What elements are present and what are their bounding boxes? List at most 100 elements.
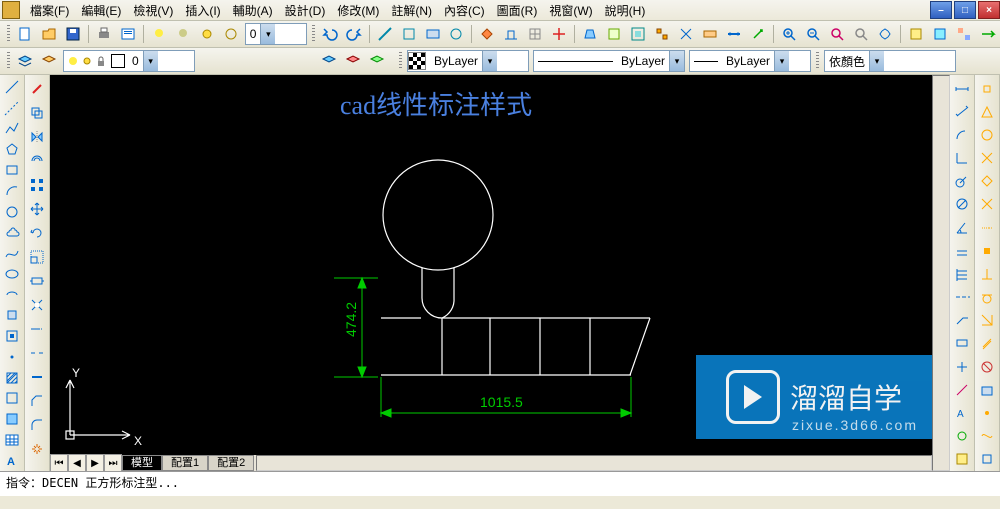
snap-node[interactable]: [976, 148, 998, 169]
snap-midpoint[interactable]: [976, 101, 998, 122]
menu-file[interactable]: 檔案(F): [24, 0, 75, 21]
snap-intersection[interactable]: [976, 194, 998, 215]
polygon-tool[interactable]: [1, 140, 23, 159]
save-button[interactable]: [62, 23, 84, 45]
dim-leader-tool[interactable]: [951, 310, 973, 331]
ellipse-arc-tool[interactable]: [1, 285, 23, 304]
tool-button[interactable]: [953, 23, 975, 45]
menu-annotate[interactable]: 註解(N): [385, 0, 438, 21]
chamfer-tool[interactable]: [26, 390, 48, 412]
toolbar-grip-icon[interactable]: [7, 25, 10, 43]
offset-tool[interactable]: [26, 150, 48, 172]
tool-button[interactable]: [905, 23, 927, 45]
tool-button[interactable]: [929, 23, 951, 45]
pan-button[interactable]: [874, 23, 896, 45]
tab-prev-button[interactable]: ◀: [68, 454, 86, 472]
dim-radius-tool[interactable]: [951, 171, 973, 192]
copy-tool[interactable]: [26, 102, 48, 124]
snap-settings[interactable]: [976, 379, 998, 400]
tool-button[interactable]: [977, 23, 999, 45]
zoom-button[interactable]: [850, 23, 872, 45]
tool-button[interactable]: [651, 23, 673, 45]
plotstyle-dropdown[interactable]: 依顏色 ▾: [824, 50, 956, 72]
minimize-button[interactable]: –: [930, 1, 952, 19]
lineweight-dropdown[interactable]: ByLayer ▾: [689, 50, 811, 72]
preview-button[interactable]: [117, 23, 139, 45]
layer-state-button[interactable]: [38, 50, 60, 72]
zoom-button[interactable]: [826, 23, 848, 45]
tab-next-button[interactable]: ▶: [86, 454, 104, 472]
undo-button[interactable]: [319, 23, 341, 45]
toolbar-grip-icon[interactable]: [7, 52, 10, 70]
menu-drawing[interactable]: 圖面(R): [491, 0, 544, 21]
menu-window[interactable]: 視窗(W): [543, 0, 598, 21]
dim-baseline-tool[interactable]: [951, 263, 973, 284]
layer-bulb-on-icon[interactable]: [148, 23, 170, 45]
erase-tool[interactable]: [26, 78, 48, 100]
command-line[interactable]: 指令：DECEN 正方形标注型...: [0, 471, 1000, 496]
dim-tolerance-tool[interactable]: [951, 333, 973, 354]
insert-block-tool[interactable]: [1, 306, 23, 325]
menu-edit[interactable]: 編輯(E): [75, 0, 127, 21]
dim-ordinate-tool[interactable]: [951, 148, 973, 169]
dim-style-tool[interactable]: [951, 449, 973, 470]
redo-button[interactable]: [343, 23, 365, 45]
toolbar-grip-icon[interactable]: [816, 52, 819, 70]
tool-button[interactable]: [627, 23, 649, 45]
table-tool[interactable]: [1, 430, 23, 449]
snap-insertion[interactable]: [976, 240, 998, 261]
dim-tedit-tool[interactable]: A: [951, 402, 973, 423]
layer-tool-button[interactable]: [342, 50, 364, 72]
ellipse-tool[interactable]: [1, 265, 23, 284]
tool-button[interactable]: [422, 23, 444, 45]
tool-button[interactable]: [476, 23, 498, 45]
make-block-tool[interactable]: [1, 327, 23, 346]
trim-tool[interactable]: [26, 294, 48, 316]
menu-assist[interactable]: 輔助(A): [227, 0, 279, 21]
snap-misc2[interactable]: [976, 449, 998, 470]
tool-button[interactable]: [723, 23, 745, 45]
stretch-tool[interactable]: [26, 270, 48, 292]
tab-first-button[interactable]: ⏮: [50, 454, 68, 472]
color-dropdown[interactable]: ByLayer ▾: [407, 50, 529, 72]
tab-last-button[interactable]: ⏭: [104, 454, 122, 472]
gradient-tool[interactable]: [1, 389, 23, 408]
tool-button[interactable]: [603, 23, 625, 45]
scale-tool[interactable]: [26, 246, 48, 268]
linetype-dropdown[interactable]: ByLayer ▾: [533, 50, 685, 72]
close-button[interactable]: ×: [978, 1, 1000, 19]
rectangle-tool[interactable]: [1, 161, 23, 180]
polyline-tool[interactable]: [1, 119, 23, 138]
menu-insert[interactable]: 插入(I): [179, 0, 226, 21]
spline-tool[interactable]: [1, 244, 23, 263]
tool-button[interactable]: [579, 23, 601, 45]
tool-button[interactable]: [524, 23, 546, 45]
new-button[interactable]: [14, 23, 36, 45]
layer-lock-icon[interactable]: [220, 23, 242, 45]
array-tool[interactable]: [26, 174, 48, 196]
layer-dropdown[interactable]: 0 ▾: [63, 50, 195, 72]
snap-center[interactable]: [976, 124, 998, 145]
fillet-tool[interactable]: [26, 414, 48, 436]
menu-modify[interactable]: 修改(M): [331, 0, 385, 21]
layer-bulb-off-icon[interactable]: [172, 23, 194, 45]
rotate-tool[interactable]: [26, 222, 48, 244]
hatch-tool[interactable]: [1, 368, 23, 387]
tool-button[interactable]: [747, 23, 769, 45]
snap-extension[interactable]: [976, 217, 998, 238]
menu-help[interactable]: 說明(H): [599, 0, 652, 21]
dim-linear-tool[interactable]: [951, 78, 973, 99]
circle-tool[interactable]: [1, 202, 23, 221]
tool-button[interactable]: [548, 23, 570, 45]
explode-tool[interactable]: [26, 438, 48, 460]
dim-diameter-tool[interactable]: [951, 194, 973, 215]
toolbar-grip-icon[interactable]: [399, 52, 402, 70]
open-button[interactable]: [38, 23, 60, 45]
line-tool[interactable]: [1, 78, 23, 97]
vscrollbar[interactable]: [932, 75, 950, 471]
revcloud-tool[interactable]: [1, 223, 23, 242]
print-button[interactable]: [93, 23, 115, 45]
dim-angular-tool[interactable]: [951, 217, 973, 238]
tool-button[interactable]: [500, 23, 522, 45]
tool-button[interactable]: [374, 23, 396, 45]
